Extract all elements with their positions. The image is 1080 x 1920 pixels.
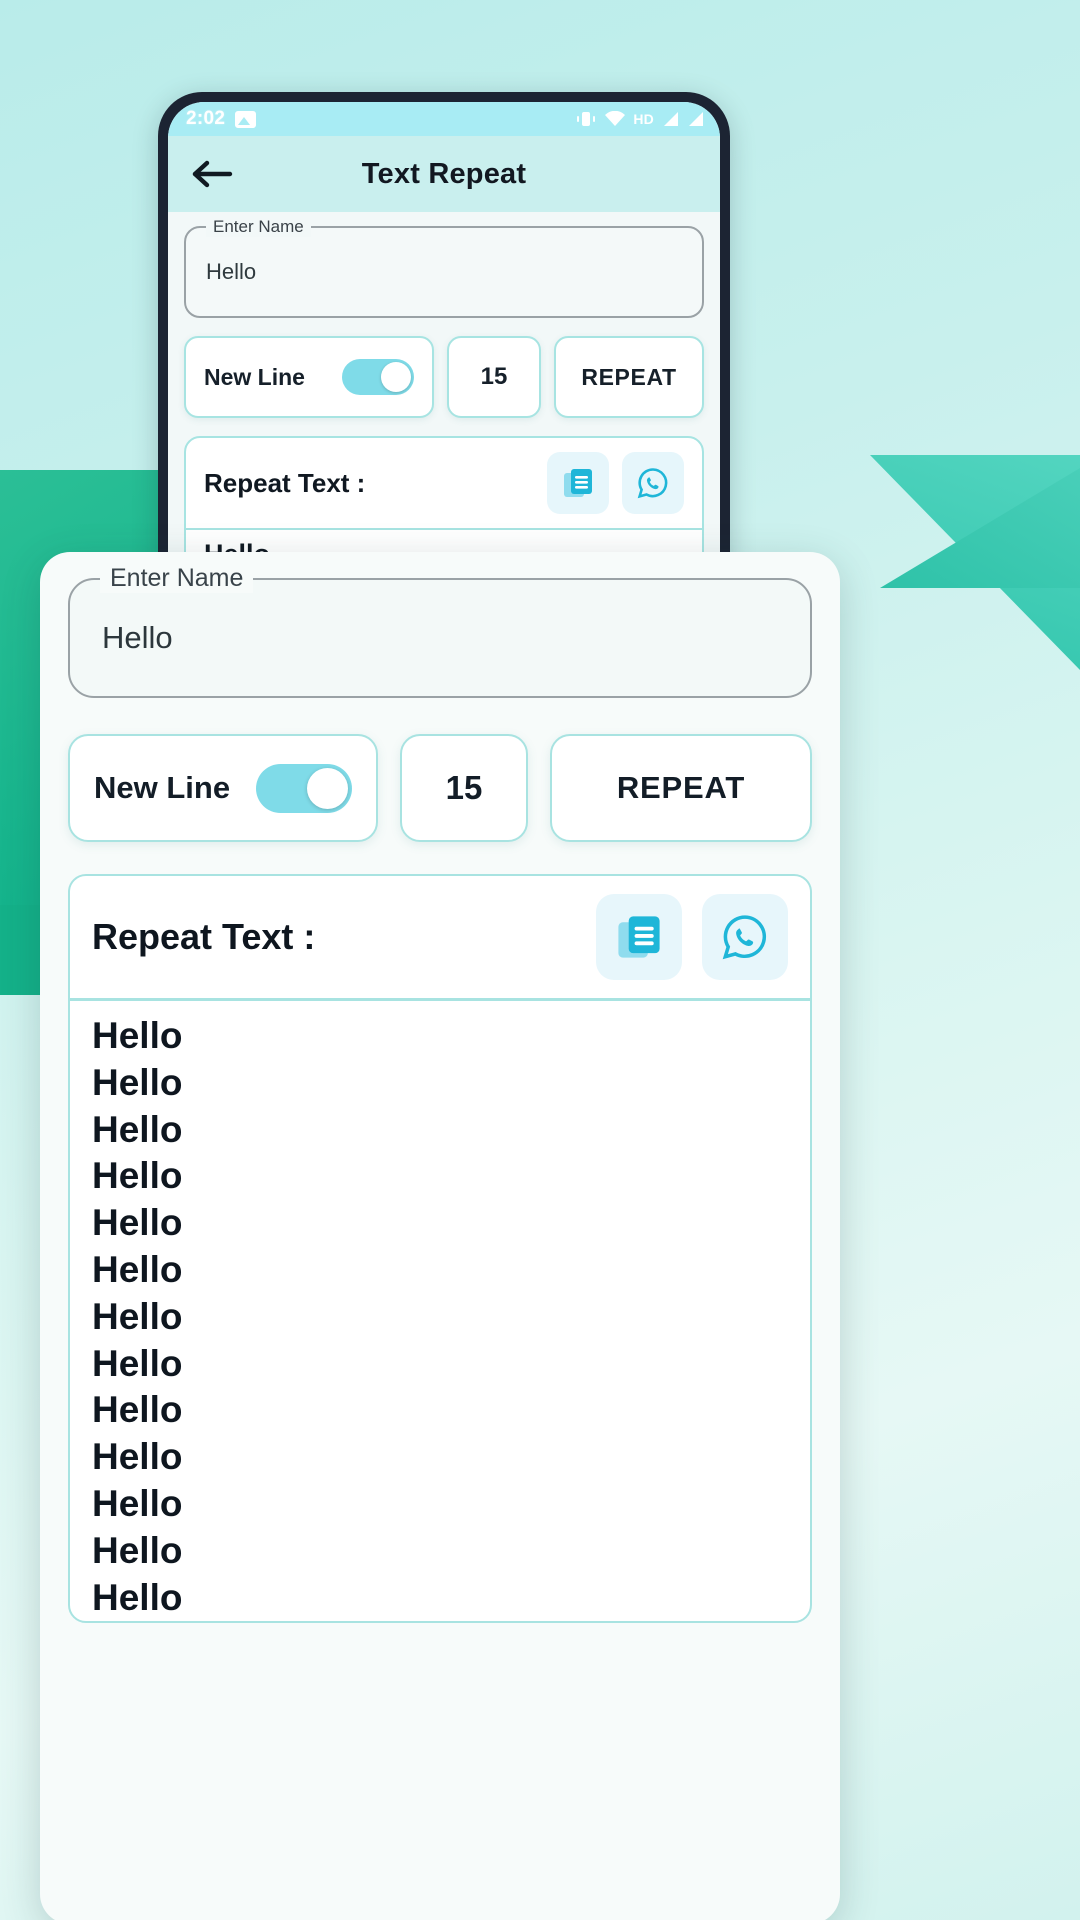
magnified-panel: Enter Name Hello New Line 15 REPEAT Repe…	[40, 552, 840, 1920]
signal2-icon	[686, 111, 704, 127]
zoom-result-line: Hello	[92, 1389, 183, 1431]
zoom-result-line: Hello	[92, 1576, 183, 1618]
zoom-result-line: Hello	[92, 1108, 183, 1150]
zoom-whatsapp-button[interactable]	[702, 894, 788, 980]
background-green-shape-2	[0, 905, 42, 995]
name-field-label: Enter Name	[206, 217, 311, 237]
result-header: Repeat Text :	[186, 438, 702, 530]
status-bar-right-icons: HD	[575, 110, 704, 128]
signal-icon	[661, 111, 679, 127]
zoom-result-line: Hello	[92, 1529, 183, 1571]
zoom-count-field[interactable]: 15	[400, 734, 528, 842]
zoom-result-line: Hello	[92, 1202, 183, 1244]
zoom-result-line: Hello	[92, 1436, 183, 1478]
zoom-result-actions	[596, 894, 788, 980]
zoom-newline-label: New Line	[94, 770, 231, 805]
newline-toggle-card[interactable]: New Line	[184, 336, 434, 418]
zoom-result-card: Repeat Text : Hello Hello Hello Hello He…	[68, 874, 812, 1624]
repeat-button[interactable]: REPEAT	[554, 336, 704, 418]
phone-mockup: 2:02 HD Text Repeat Enter Name Hello New…	[158, 92, 730, 572]
zoom-name-field-value: Hello	[102, 620, 173, 655]
repeat-button-label: REPEAT	[581, 363, 677, 390]
zoom-result-header: Repeat Text :	[70, 876, 810, 1001]
zoom-result-list: Hello Hello Hello Hello Hello Hello Hello Hello…	[70, 1001, 810, 1621]
copy-icon	[618, 916, 660, 958]
phone-screen: 2:02 HD Text Repeat Enter Name Hello New…	[168, 102, 720, 572]
app-bar: Text Repeat	[168, 136, 720, 212]
newline-label: New Line	[204, 363, 305, 390]
zoom-result-title: Repeat Text :	[92, 916, 316, 957]
hd-icon: HD	[633, 111, 654, 127]
status-bar: 2:02 HD	[168, 102, 720, 136]
phone-content: Enter Name Hello New Line 15 REPEAT Repe…	[168, 212, 720, 572]
switch-knob	[381, 362, 411, 392]
zoom-repeat-button-label: REPEAT	[616, 770, 746, 805]
newline-switch[interactable]	[342, 359, 414, 395]
zoom-name-field-label: Enter Name	[100, 564, 254, 593]
zoom-repeat-button[interactable]: REPEAT	[550, 734, 812, 842]
zoom-newline-toggle-card[interactable]: New Line	[68, 734, 378, 842]
copy-button[interactable]	[547, 452, 609, 514]
page-title: Text Repeat	[361, 157, 527, 190]
copy-icon	[564, 469, 592, 497]
zoom-controls-row: New Line 15 REPEAT	[68, 734, 812, 842]
vibrate-icon	[575, 110, 597, 128]
zoom-result-line: Hello	[92, 1342, 183, 1384]
zoom-result-line: Hello	[92, 1248, 183, 1290]
zoom-copy-button[interactable]	[596, 894, 682, 980]
controls-row: New Line 15 REPEAT	[184, 336, 704, 418]
zoom-result-line: Hello	[92, 1061, 183, 1103]
wifi-icon	[604, 111, 626, 127]
name-field[interactable]: Enter Name Hello	[184, 217, 704, 318]
image-icon	[235, 110, 257, 128]
zoom-result-line: Hello	[92, 1015, 183, 1056]
zoom-result-line: Hello	[92, 1155, 183, 1197]
result-actions	[547, 452, 684, 514]
zoom-count-value: 15	[445, 769, 483, 806]
result-title: Repeat Text :	[204, 467, 366, 498]
whatsapp-icon	[722, 915, 767, 960]
zoom-newline-switch[interactable]	[256, 763, 352, 813]
zoom-result-line: Hello	[92, 1482, 183, 1524]
whatsapp-button[interactable]	[622, 452, 684, 514]
status-bar-clock: 2:02	[186, 108, 226, 129]
name-field-value: Hello	[206, 259, 257, 284]
whatsapp-icon	[637, 468, 668, 499]
zoom-name-field[interactable]: Enter Name Hello	[68, 564, 812, 698]
zoom-switch-knob	[307, 767, 348, 809]
count-value: 15	[480, 363, 508, 390]
zoom-result-line: Hello	[92, 1295, 183, 1337]
status-bar-left-icons	[235, 110, 257, 128]
count-field[interactable]: 15	[447, 336, 541, 418]
